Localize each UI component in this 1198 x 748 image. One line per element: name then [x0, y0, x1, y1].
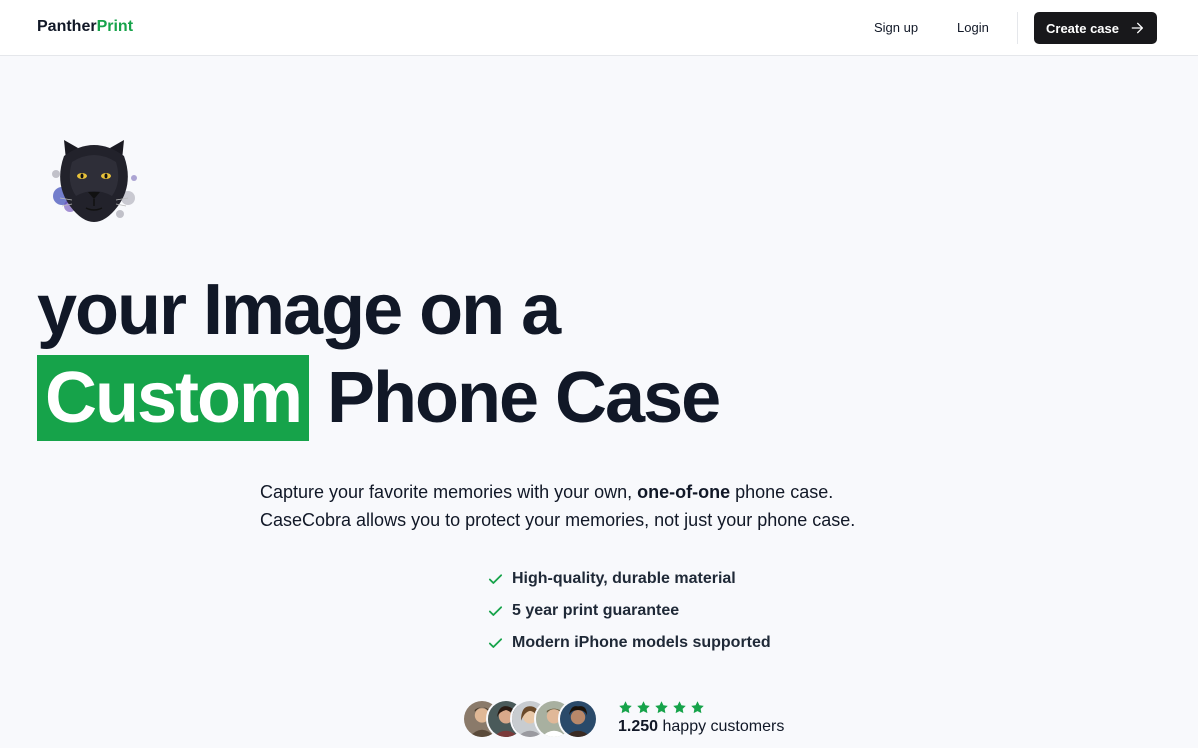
star-icon	[619, 701, 632, 714]
navbar: PantherPrint Sign up Login Create case	[0, 0, 1198, 56]
nav-divider	[1017, 12, 1018, 44]
check-icon	[488, 605, 503, 616]
feature-label: Modern iPhone models supported	[512, 634, 771, 651]
brand-logo[interactable]: PantherPrint	[37, 18, 133, 36]
feature-list: High-quality, durable material 5 year pr…	[487, 563, 771, 659]
hero-description: Capture your favorite memories with your…	[260, 478, 960, 534]
avatar	[558, 699, 598, 739]
headline-line2-rest: Phone Case	[327, 358, 721, 438]
desc-bold: one-of-one	[637, 482, 731, 502]
signup-link[interactable]: Sign up	[874, 20, 918, 35]
feature-item: 5 year print guarantee	[487, 595, 771, 627]
create-case-label: Create case	[1046, 20, 1119, 36]
star-icon	[691, 701, 704, 714]
desc-line2: CaseCobra allows you to protect your mem…	[260, 510, 856, 530]
headline-line1: your Image on a	[37, 270, 561, 350]
hero-headline: your Image on a Custom Phone Case	[37, 266, 1137, 442]
star-icon	[637, 701, 650, 714]
feature-label: 5 year print guarantee	[512, 602, 680, 619]
headline-highlight: Custom	[37, 355, 309, 441]
feature-item: Modern iPhone models supported	[487, 627, 771, 659]
brand-logo-part1: Panther	[37, 18, 97, 35]
desc-after: phone case.	[730, 482, 834, 502]
create-case-button[interactable]: Create case	[1034, 12, 1157, 44]
feature-item: High-quality, durable material	[487, 563, 771, 595]
customers-count: 1.250	[618, 718, 659, 735]
star-icon	[673, 701, 686, 714]
happy-customers-text: 1.250 happy customers	[618, 718, 784, 736]
login-link[interactable]: Login	[957, 20, 989, 35]
star-icon	[655, 701, 668, 714]
arrow-right-icon	[1131, 22, 1143, 34]
brand-logo-part2: Print	[96, 18, 134, 35]
rating-stars	[618, 700, 705, 715]
feature-label: High-quality, durable material	[512, 570, 736, 587]
customers-label: happy customers	[658, 718, 785, 735]
headline-line2: Custom Phone Case	[37, 354, 1137, 442]
check-icon	[488, 637, 503, 648]
customer-avatars	[462, 699, 598, 739]
check-icon	[488, 573, 503, 584]
panther-logo-image	[52, 140, 137, 222]
desc-before: Capture your favorite memories with your…	[260, 482, 638, 502]
